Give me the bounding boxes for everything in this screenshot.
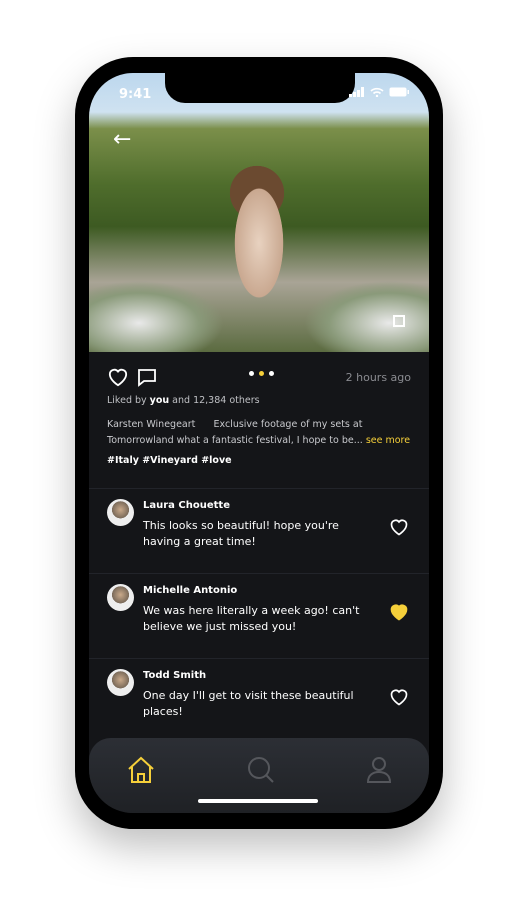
search-icon[interactable] [245,754,277,786]
signal-icon [349,87,364,97]
comment-like-heart-icon[interactable] [389,687,409,707]
status-time: 9:41 [119,87,152,102]
avatar[interactable] [107,584,134,611]
comment-item: Michelle Antonio We was here literally a… [89,573,429,658]
comment-icon[interactable] [137,368,157,388]
comment-like-heart-icon[interactable] [389,602,409,622]
commenter-name[interactable]: Michelle Antonio [143,585,237,596]
fullscreen-icon[interactable] [393,315,405,327]
wifi-icon [370,87,384,97]
avatar[interactable] [107,669,134,696]
back-arrow-icon[interactable]: ← [113,127,131,152]
carousel-dot-active[interactable] [259,371,264,376]
battery-icon [389,87,409,97]
comment-text: This looks so beautiful! hope you're hav… [143,519,339,548]
home-icon[interactable] [125,754,157,786]
commenter-name[interactable]: Todd Smith [143,670,206,681]
like-heart-icon[interactable] [107,367,129,387]
phone-frame: 9:41 ← 2 hours ago Liked by you and 12,3… [75,57,443,829]
comment-like-heart-icon[interactable] [389,517,409,537]
status-icons [349,87,409,97]
post-caption: Karsten Winegeart Exclusive footage of m… [107,417,412,449]
post-photo[interactable] [89,73,429,352]
likes-you: you [149,395,170,406]
carousel-dot[interactable] [269,371,274,376]
screen: 9:41 ← 2 hours ago Liked by you and 12,3… [89,73,429,813]
profile-icon[interactable] [363,754,395,786]
carousel-indicator [249,371,274,376]
comment-item: Laura Chouette This looks so beautiful! … [89,488,429,573]
notch [165,73,355,103]
commenter-name[interactable]: Laura Chouette [143,500,230,511]
comment-text: One day I'll get to visit these beautifu… [143,689,354,718]
bottom-nav [89,738,429,813]
author-name[interactable]: Karsten Winegeart [107,419,195,430]
comment-text: We was here literally a week ago! can't … [143,604,360,633]
avatar[interactable] [107,499,134,526]
post-time: 2 hours ago [345,371,411,384]
home-indicator [198,799,318,803]
post-actions: 2 hours ago [107,365,411,389]
carousel-dot[interactable] [249,371,254,376]
likes-suffix: and 12,384 others [169,395,260,406]
hashtags[interactable]: #Italy #Vineyard #love [107,455,232,466]
likes-summary[interactable]: Liked by you and 12,384 others [107,395,260,406]
likes-prefix: Liked by [107,395,150,406]
comment-item: Todd Smith One day I'll get to visit the… [89,658,429,743]
see-more-link[interactable]: see more [366,435,410,446]
